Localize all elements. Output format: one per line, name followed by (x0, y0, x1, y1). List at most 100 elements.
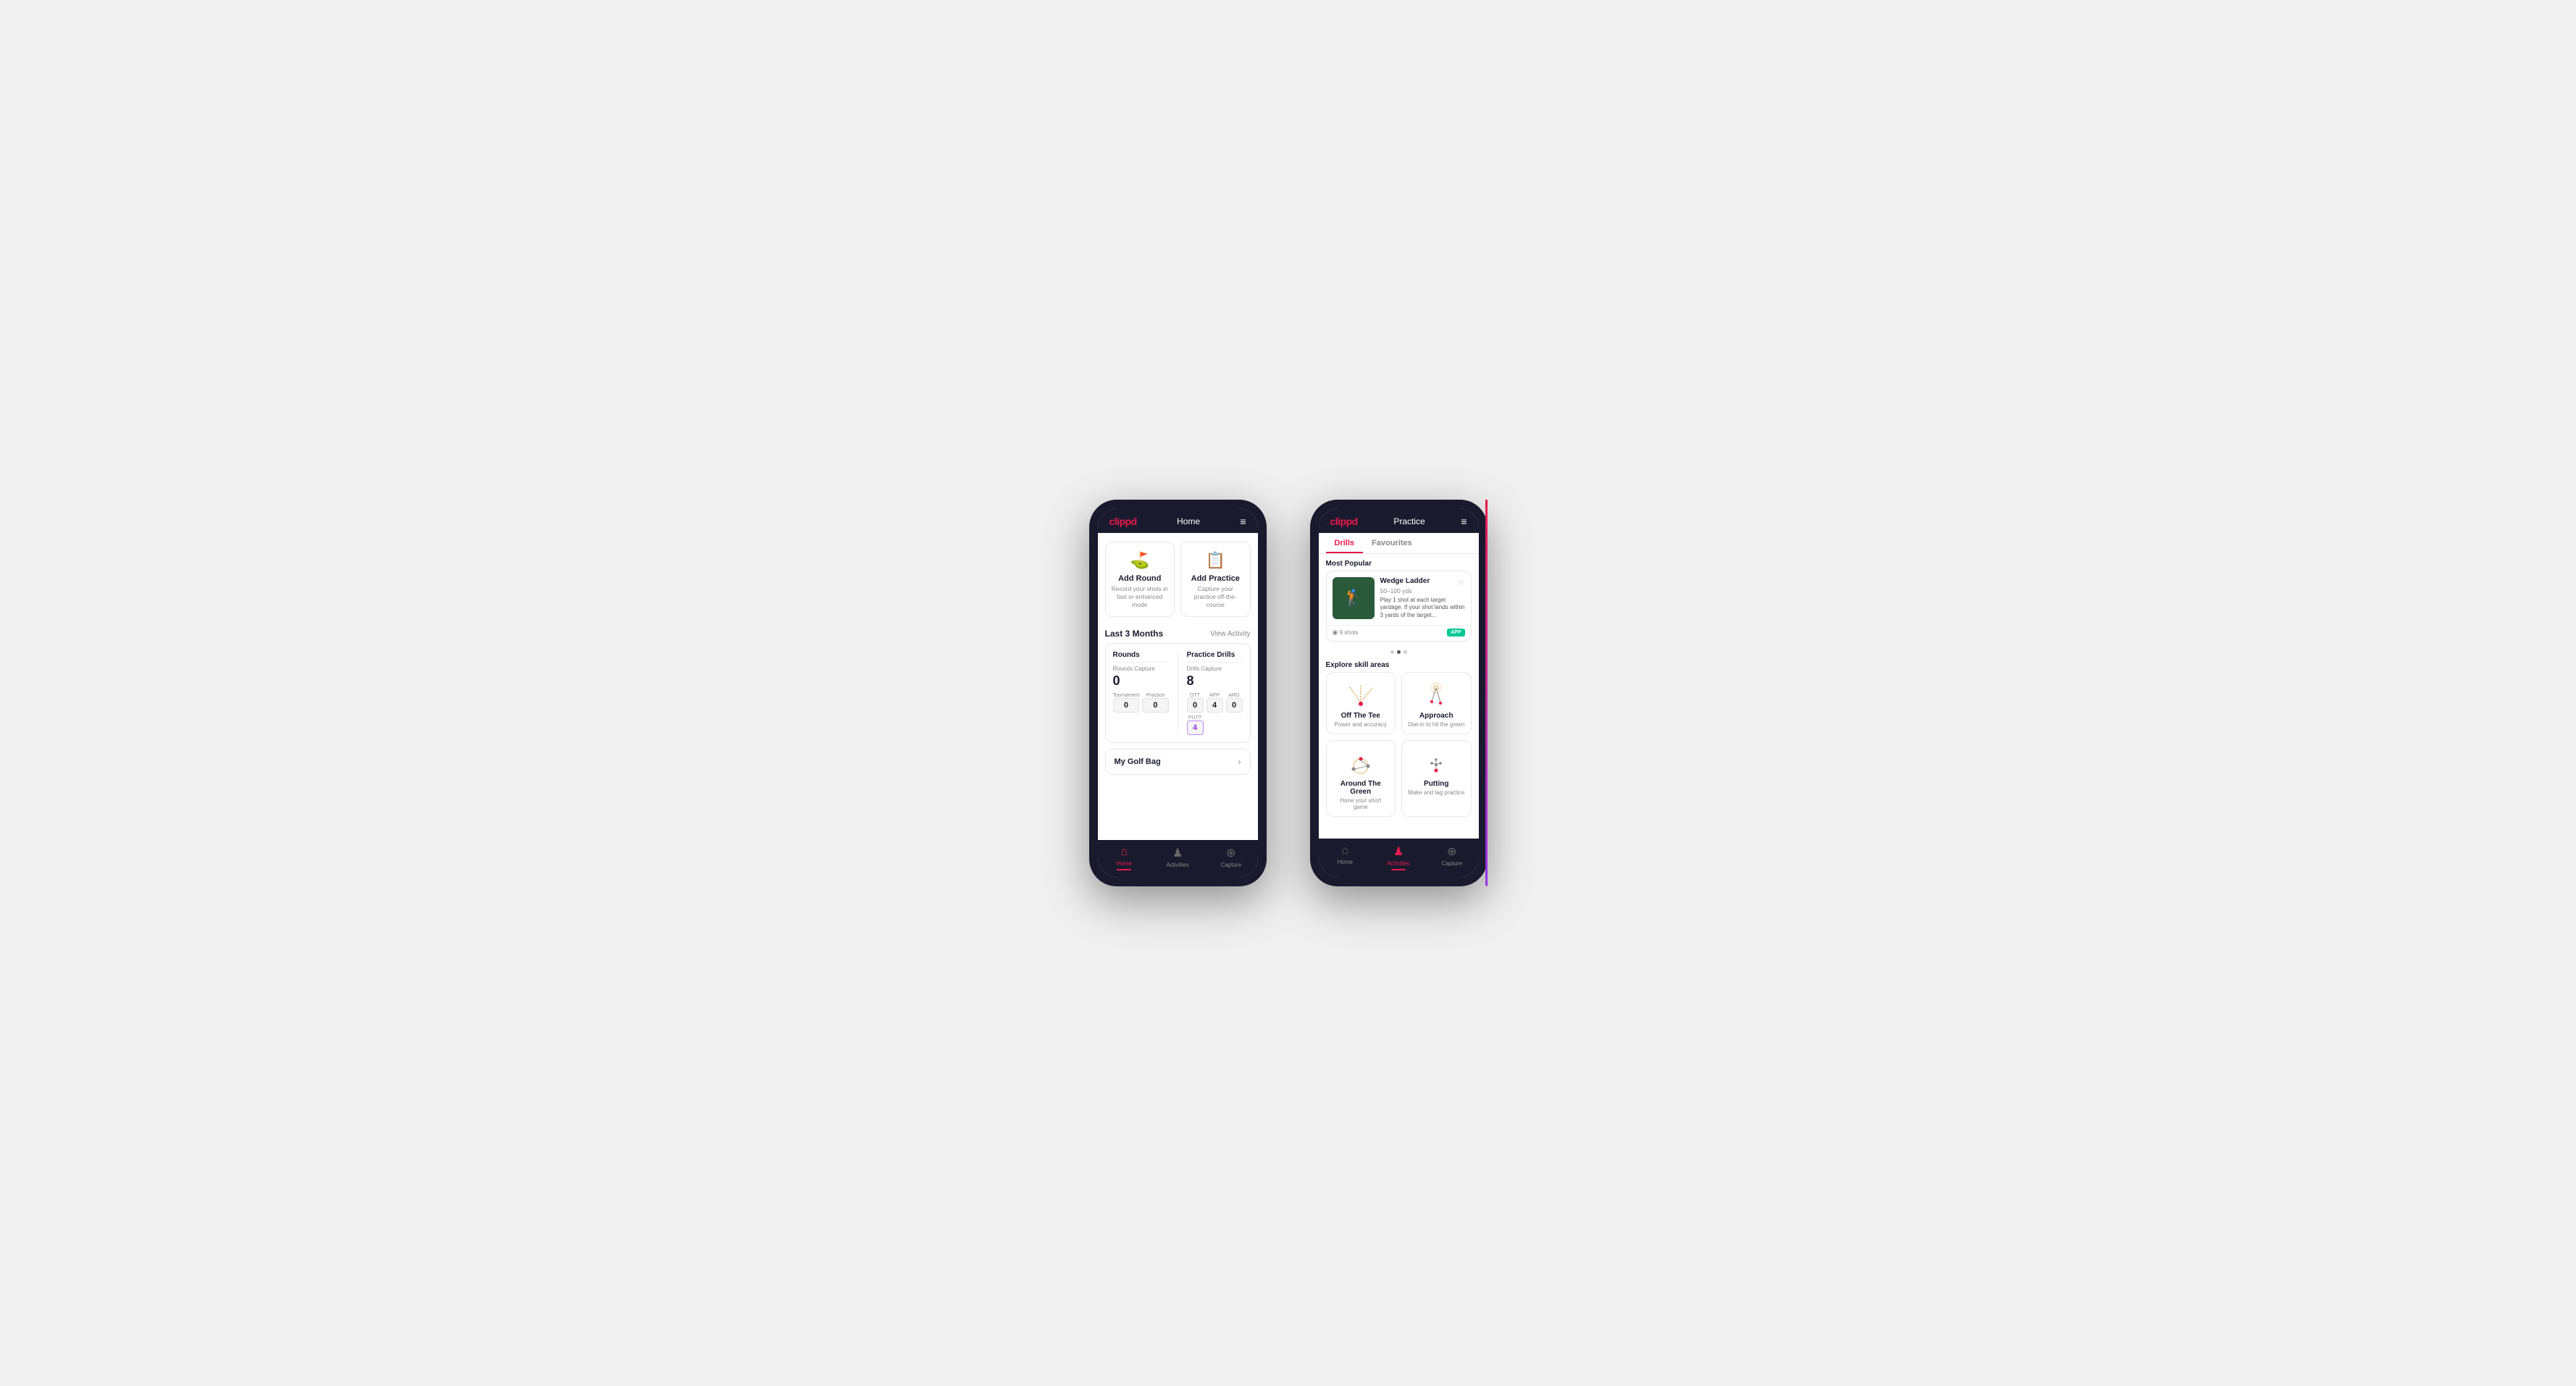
home-nav-label-p: Home (1338, 859, 1353, 865)
explore-label: Explore skill areas (1319, 657, 1479, 672)
off-tee-svg (1343, 681, 1378, 708)
approach-name: Approach (1419, 712, 1453, 720)
dot-2[interactable] (1397, 650, 1401, 654)
nav-home[interactable]: ⌂ Home (1098, 846, 1151, 870)
putt-cell: PUTT 4 (1187, 715, 1204, 735)
rounds-total: 0 (1113, 673, 1169, 689)
drill-yardage: 50–100 yds (1380, 587, 1465, 595)
putting-sub: Make and lag practice (1408, 789, 1464, 796)
page-title-home: Home (1177, 516, 1200, 526)
practice-label: Practice (1142, 693, 1168, 698)
skill-approach[interactable]: Approach Dial-in to hit the green (1401, 672, 1472, 734)
phone-home: clippd Home ≡ ⛳ Add Round Record your sh… (1089, 500, 1267, 886)
arg-value: 0 (1226, 698, 1243, 713)
nav-capture-practice[interactable]: ⊕ Capture (1425, 844, 1479, 870)
golf-bag-label: My Golf Bag (1115, 757, 1161, 766)
golf-bag-chevron: › (1238, 757, 1241, 767)
nav-activities-practice[interactable]: ♟ Activities (1372, 844, 1425, 870)
ott-cell: OTT 0 (1187, 693, 1204, 713)
putt-value: 4 (1187, 721, 1204, 735)
capture-nav-label-p: Capture (1441, 860, 1461, 867)
skill-off-tee[interactable]: Off The Tee Power and accuracy (1326, 672, 1396, 734)
page-title-practice: Practice (1393, 516, 1425, 526)
activities-nav-label: Activities (1166, 862, 1189, 868)
dot-1[interactable] (1390, 650, 1394, 654)
rounds-breakdown: Tournament 0 Practice 0 (1113, 693, 1169, 713)
approach-svg (1419, 681, 1453, 708)
putting-name: Putting (1424, 780, 1448, 788)
drill-dots (1319, 647, 1479, 657)
capture-nav-icon: ⊕ (1226, 846, 1235, 860)
nav-activities-home[interactable]: ♟ Activities (1151, 846, 1204, 870)
drill-name: Wedge Ladder (1380, 577, 1430, 585)
top-bar-home: clippd Home ≡ (1098, 508, 1258, 533)
logo-home: clippd (1109, 516, 1137, 527)
drill-card-wedge[interactable]: 🏌️ Wedge Ladder ☆ 50–100 yds Play 1 shot… (1326, 571, 1472, 642)
menu-icon-home[interactable]: ≡ (1240, 516, 1246, 527)
dot-3[interactable] (1404, 650, 1407, 654)
practice-cell: Practice 0 (1142, 693, 1168, 713)
golf-bag-row[interactable]: My Golf Bag › (1105, 749, 1251, 775)
approach-sub: Dial-in to hit the green (1408, 721, 1464, 728)
activity-section-header: Last 3 Months View Activity (1098, 623, 1258, 643)
drill-description: Play 1 shot at each target yardage. If y… (1380, 597, 1465, 619)
last-3-months-title: Last 3 Months (1105, 629, 1164, 639)
activities-nav-icon: ♟ (1172, 846, 1183, 860)
add-round-sub: Record your shots in fast or enhanced mo… (1112, 585, 1169, 609)
tab-favourites[interactable]: Favourites (1363, 533, 1421, 553)
putting-icon-area (1418, 748, 1454, 777)
ott-label: OTT (1187, 693, 1204, 698)
tournament-label: Tournament (1113, 693, 1140, 698)
stats-row: Rounds Rounds Capture 0 Tournament 0 Pra… (1113, 651, 1243, 735)
drills-total: 8 (1187, 673, 1243, 689)
rounds-capture-label: Rounds Capture (1113, 665, 1169, 672)
approach-icon-area (1418, 680, 1454, 709)
skill-putting[interactable]: Putting Make and lag practice (1401, 740, 1472, 817)
home-nav-icon: ⌂ (1121, 846, 1128, 859)
drill-golfer-icon: 🏌️ (1343, 589, 1363, 608)
skill-grid: Off The Tee Power and accuracy (1319, 672, 1479, 824)
arg-cell: ARG 0 (1226, 693, 1243, 713)
nav-capture-home[interactable]: ⊕ Capture (1204, 846, 1258, 870)
logo-practice: clippd (1330, 516, 1358, 527)
home-content: ⛳ Add Round Record your shots in fast or… (1098, 533, 1258, 840)
home-nav-label: Home (1117, 860, 1132, 867)
phone-practice: clippd Practice ≡ Drills Favourites Most… (1310, 500, 1488, 886)
putting-svg (1419, 749, 1453, 776)
drills-breakdown: OTT 0 APP 4 ARG 0 (1187, 693, 1243, 735)
home-nav-underline (1117, 869, 1131, 870)
star-icon[interactable]: ☆ (1457, 577, 1465, 587)
around-green-svg (1343, 749, 1378, 776)
tournament-cell: Tournament 0 (1113, 693, 1140, 713)
drill-footer: ◉ 9 shots APP (1327, 625, 1471, 641)
capture-nav-label: Capture (1220, 862, 1241, 868)
activities-nav-underline (1391, 869, 1406, 870)
drill-card-inner: 🏌️ Wedge Ladder ☆ 50–100 yds Play 1 shot… (1327, 571, 1471, 625)
drill-shots: ◉ 9 shots (1333, 629, 1359, 637)
home-nav-icon-p: ⌂ (1342, 844, 1349, 857)
tabs-row: Drills Favourites (1319, 533, 1479, 554)
practice-value: 0 (1142, 698, 1168, 713)
add-round-title: Add Round (1118, 574, 1161, 583)
nav-home-practice[interactable]: ⌂ Home (1319, 844, 1372, 870)
action-cards: ⛳ Add Round Record your shots in fast or… (1098, 533, 1258, 623)
add-round-card[interactable]: ⛳ Add Round Record your shots in fast or… (1105, 542, 1175, 617)
activities-nav-icon-p: ♟ (1393, 844, 1404, 859)
drill-thumbnail: 🏌️ (1333, 577, 1375, 619)
rounds-title: Rounds (1113, 651, 1169, 663)
bottom-nav-home: ⌂ Home ♟ Activities ⊕ Capture (1098, 840, 1258, 878)
add-practice-card[interactable]: 📋 Add Practice Capture your practice off… (1180, 542, 1251, 617)
drill-badge: APP (1447, 629, 1464, 637)
add-practice-icon: 📋 (1206, 551, 1225, 570)
rounds-col: Rounds Rounds Capture 0 Tournament 0 Pra… (1113, 651, 1169, 735)
bottom-nav-practice: ⌂ Home ♟ Activities ⊕ Capture (1319, 839, 1479, 878)
app-cell: APP 4 (1207, 693, 1223, 713)
view-activity-link[interactable]: View Activity (1210, 630, 1250, 638)
app-label: APP (1207, 693, 1223, 698)
most-popular-label: Most Popular (1319, 554, 1479, 571)
tab-drills[interactable]: Drills (1326, 533, 1364, 553)
around-green-icon-area (1343, 748, 1379, 777)
drills-col: Practice Drills Drills Capture 8 OTT 0 A… (1187, 651, 1243, 735)
menu-icon-practice[interactable]: ≡ (1461, 516, 1467, 527)
skill-around-green[interactable]: Around The Green Hone your short game (1326, 740, 1396, 817)
